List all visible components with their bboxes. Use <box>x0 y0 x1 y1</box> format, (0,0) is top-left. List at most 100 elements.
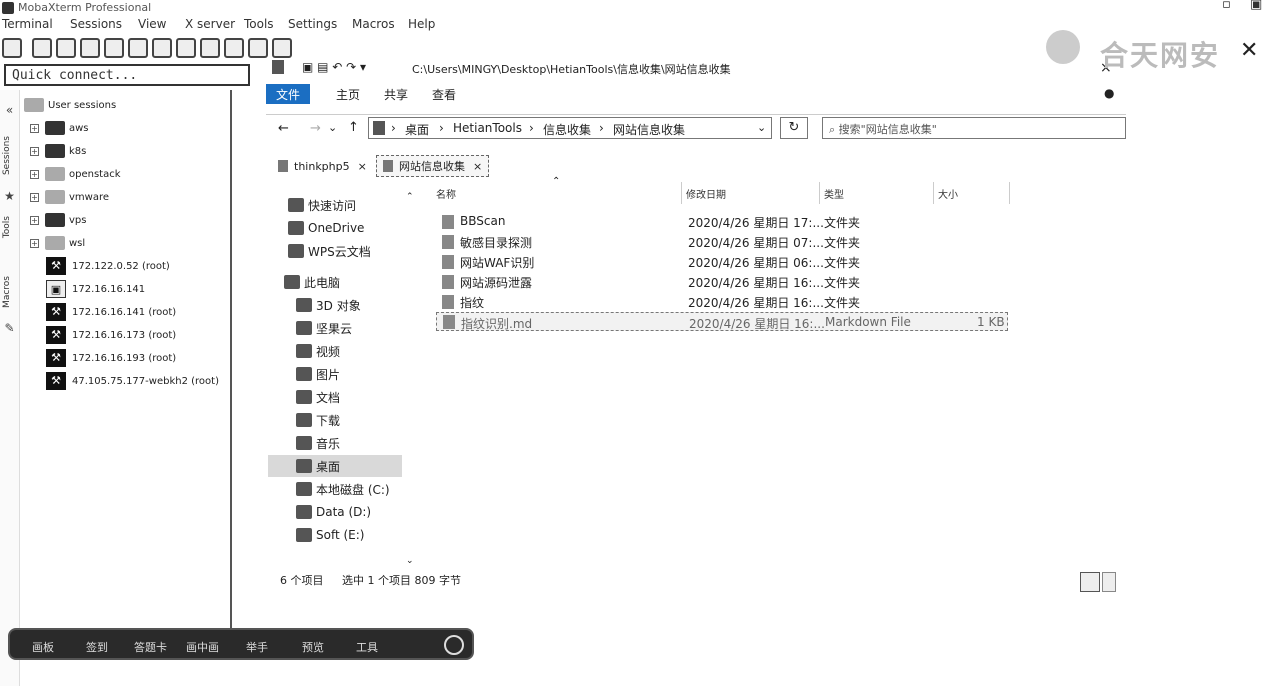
menu-terminal[interactable]: Terminal <box>2 17 53 31</box>
expand-icon[interactable]: + <box>30 238 39 248</box>
expand-icon[interactable]: + <box>30 215 39 225</box>
expand-icon[interactable]: + <box>30 146 39 156</box>
help-icon[interactable] <box>272 38 292 58</box>
expand-icon[interactable]: + <box>30 192 39 202</box>
menu-settings[interactable]: Settings <box>288 17 337 31</box>
recent-icon[interactable]: ⌄ <box>328 121 337 134</box>
file-row[interactable]: BBScan 2020/4/26 星期日 17:... 文件夹 <box>436 212 1008 231</box>
menu-macros[interactable]: Macros <box>352 17 395 31</box>
nav-scroll-down-icon[interactable]: ⌄ <box>406 556 414 566</box>
quick-connect-input[interactable]: Quick connect... <box>4 64 250 86</box>
menu-xserver[interactable]: X server <box>185 17 235 31</box>
multiexec-icon[interactable] <box>176 38 196 58</box>
tab-macros[interactable]: Macros <box>2 276 12 308</box>
expand-icon[interactable]: + <box>30 169 39 179</box>
col-name[interactable]: 名称 <box>432 182 682 204</box>
nav-item[interactable]: 音乐 <box>268 432 402 454</box>
dock-tools[interactable]: 工具 <box>356 639 378 655</box>
macro-icon[interactable]: ✎ <box>3 322 16 335</box>
split-icon[interactable] <box>152 38 172 58</box>
tab-close-icon[interactable]: × <box>358 160 367 173</box>
details-view-button[interactable] <box>1080 572 1100 592</box>
breadcrumb-info[interactable]: 信息收集 <box>543 121 591 138</box>
tab-view[interactable]: 查看 <box>422 84 466 104</box>
tab-file[interactable]: 文件 <box>266 84 311 104</box>
collapse-icon[interactable]: « <box>3 104 16 117</box>
address-bar[interactable]: › 桌面 › HetianTools › 信息收集 › 网站信息收集 ⌄ <box>368 117 772 139</box>
file-row[interactable]: 网站WAF识别 2020/4/26 星期日 06:... 文件夹 <box>436 252 1008 271</box>
sessions-icon[interactable] <box>104 38 124 58</box>
tab-share[interactable]: 共享 <box>374 84 418 104</box>
nav-item[interactable]: Soft (E:) <box>268 524 402 546</box>
session-folder[interactable]: + openstack <box>30 164 121 184</box>
tiles-view-button[interactable] <box>1102 572 1116 592</box>
tree-root[interactable]: User sessions <box>24 95 116 115</box>
session-folder[interactable]: + vps <box>30 210 86 230</box>
tab-close-icon[interactable]: × <box>473 160 482 173</box>
tab-thinkphp5[interactable]: thinkphp5 × <box>272 155 373 177</box>
servers-icon[interactable] <box>32 38 52 58</box>
session-icon[interactable] <box>2 38 22 58</box>
menu-help[interactable]: Help <box>408 17 435 31</box>
expand-icon[interactable]: + <box>30 123 39 133</box>
file-row[interactable]: 指纹识别.md 2020/4/26 星期日 16:... Markdown File… <box>436 312 1008 331</box>
back-icon[interactable]: ← <box>278 121 289 136</box>
session-item[interactable]: ⚒ 172.122.0.52 (root) <box>46 256 170 276</box>
logo-close-icon[interactable]: ✕ <box>1240 38 1258 63</box>
dock-answer-card[interactable]: 答题卡 <box>134 639 167 655</box>
file-row[interactable]: 网站源码泄露 2020/4/26 星期日 16:... 文件夹 <box>436 272 1008 291</box>
menu-view[interactable]: View <box>138 17 166 31</box>
nav-item[interactable]: 3D 对象 <box>268 294 402 316</box>
col-type[interactable]: 类型 <box>820 182 934 204</box>
power-icon[interactable] <box>444 635 464 655</box>
col-size[interactable]: 大小 <box>934 182 1010 204</box>
dock-raise-hand[interactable]: 举手 <box>246 639 268 655</box>
tunneling-icon[interactable] <box>200 38 220 58</box>
file-row[interactable]: 敏感目录探测 2020/4/26 星期日 07:... 文件夹 <box>436 232 1008 251</box>
nav-item[interactable]: 坚果云 <box>268 317 402 339</box>
up-icon[interactable]: ↑ <box>348 120 359 135</box>
nav-item[interactable]: 图片 <box>268 363 402 385</box>
dock-whiteboard[interactable]: 画板 <box>32 639 54 655</box>
session-folder[interactable]: + k8s <box>30 141 86 161</box>
dock-pip[interactable]: 画中画 <box>186 639 219 655</box>
tab-tools[interactable]: Tools <box>2 216 12 238</box>
session-item[interactable]: ⚒ 172.16.16.173 (root) <box>46 325 176 345</box>
breadcrumb-desktop[interactable]: 桌面 <box>405 121 429 138</box>
settings-icon[interactable] <box>248 38 268 58</box>
quick-access-toolbar-icons[interactable]: ▣ ▤ ↶ ↷ ▾ <box>302 60 366 74</box>
col-date[interactable]: 修改日期 <box>682 182 820 204</box>
nav-item[interactable]: Data (D:) <box>268 501 402 523</box>
file-row[interactable]: 指纹 2020/4/26 星期日 16:... 文件夹 <box>436 292 1008 311</box>
session-folder[interactable]: + wsl <box>30 233 85 253</box>
menu-tools[interactable]: Tools <box>244 17 274 31</box>
nav-item[interactable]: OneDrive <box>268 217 402 239</box>
nav-item[interactable]: 本地磁盘 (C:) <box>268 478 402 500</box>
address-dropdown-icon[interactable]: ⌄ <box>757 121 766 134</box>
tab-sessions[interactable]: Sessions <box>2 136 12 175</box>
tab-home[interactable]: 主页 <box>326 84 370 104</box>
forward-icon[interactable]: → <box>310 121 321 136</box>
nav-item[interactable]: 桌面 <box>268 455 402 477</box>
session-folder[interactable]: + vmware <box>30 187 109 207</box>
view-icon[interactable] <box>128 38 148 58</box>
session-item[interactable]: ⚒ 172.16.16.141 (root) <box>46 302 176 322</box>
nav-item[interactable]: 视频 <box>268 340 402 362</box>
tools-icon[interactable] <box>56 38 76 58</box>
star-icon[interactable]: ★ <box>3 190 16 203</box>
menu-sessions[interactable]: Sessions <box>70 17 122 31</box>
nav-item[interactable]: 下载 <box>268 409 402 431</box>
breadcrumb-hetiantools[interactable]: HetianTools <box>453 121 522 135</box>
tab-site-info[interactable]: 网站信息收集 × <box>376 155 490 177</box>
dock-checkin[interactable]: 签到 <box>86 639 108 655</box>
search-input[interactable]: ⌕ 搜索"网站信息收集" <box>822 117 1126 139</box>
help-circle-icon[interactable]: ● <box>1104 86 1114 100</box>
nav-item[interactable]: 快速访问 <box>268 194 402 216</box>
session-item[interactable]: ▣ 172.16.16.141 <box>46 279 145 299</box>
minimize-icon[interactable]: ▫ <box>1222 0 1231 12</box>
games-icon[interactable] <box>80 38 100 58</box>
dock-preview[interactable]: 预览 <box>302 639 324 655</box>
maximize-icon[interactable]: ▣ <box>1250 0 1262 12</box>
nav-item[interactable]: 此电脑 <box>268 271 402 293</box>
session-folder[interactable]: + aws <box>30 118 89 138</box>
